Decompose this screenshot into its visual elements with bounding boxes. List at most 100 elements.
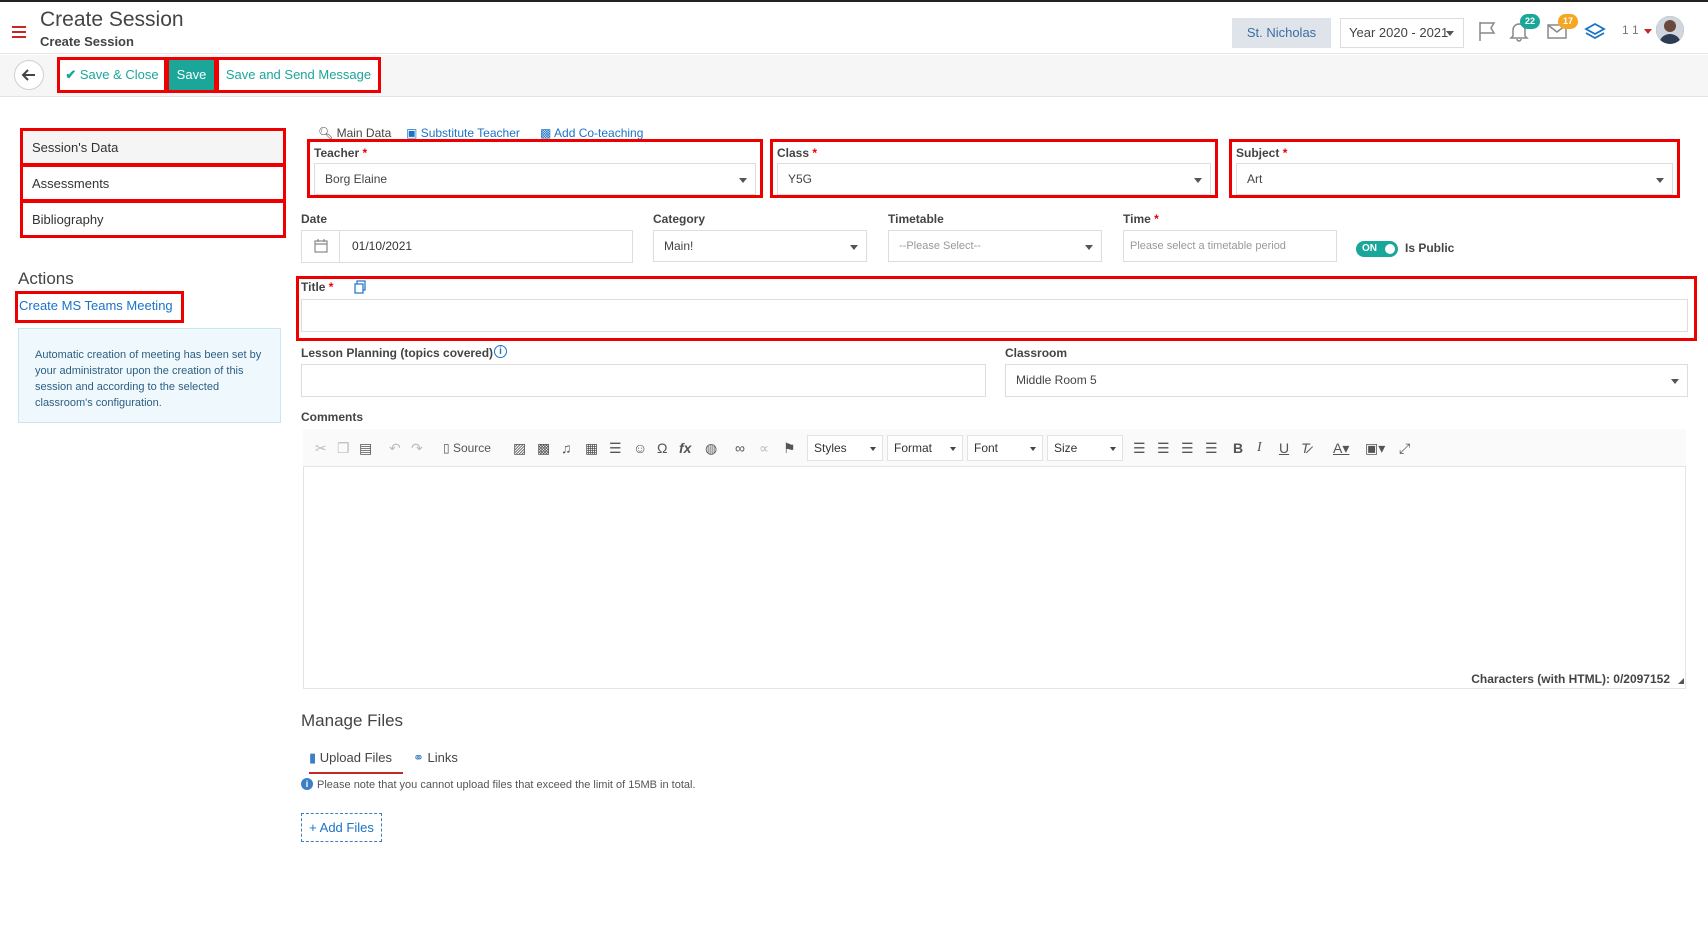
- classroom-select[interactable]: Middle Room 5: [1005, 364, 1688, 397]
- align-left-icon[interactable]: ☰: [1133, 440, 1146, 456]
- classroom-value: Middle Room 5: [1016, 373, 1097, 387]
- comments-editor[interactable]: [303, 429, 1686, 689]
- save-close-button[interactable]: ✔ Save & Close: [57, 57, 167, 93]
- messages-badge: 17: [1558, 14, 1578, 29]
- cut-icon[interactable]: ✂: [315, 440, 327, 456]
- avatar[interactable]: [1656, 16, 1684, 44]
- class-field: Class * Y5G: [770, 139, 1218, 198]
- tab-coteaching-label: Add Co-teaching: [554, 126, 644, 140]
- audio-icon[interactable]: ♫: [561, 440, 572, 456]
- save-send-message-button[interactable]: Save and Send Message: [216, 57, 381, 93]
- school-selector[interactable]: St. Nicholas: [1232, 18, 1331, 48]
- chevron-down-icon: [1085, 245, 1093, 254]
- tab-links[interactable]: ⚭ Links: [413, 742, 483, 774]
- align-right-icon[interactable]: ☰: [1181, 440, 1194, 456]
- teacher-label: Teacher: [314, 146, 360, 160]
- teacher-select[interactable]: Borg Elaine: [314, 163, 756, 195]
- copy-icon[interactable]: [353, 280, 367, 294]
- timetable-label: Timetable: [888, 212, 944, 226]
- notifications-badge: 22: [1520, 14, 1540, 29]
- underline-icon[interactable]: U: [1279, 440, 1289, 456]
- anchor-flag-icon[interactable]: ⚑: [783, 440, 796, 456]
- image-upload-icon[interactable]: ▩: [537, 440, 550, 456]
- calendar-icon[interactable]: [302, 231, 340, 262]
- files-tabs: ▮ Upload Files ⚭ Links: [301, 742, 901, 774]
- class-select-value: Y5G: [788, 172, 813, 186]
- horizontal-line-icon[interactable]: ☰: [609, 440, 622, 456]
- table-icon[interactable]: ▦: [585, 440, 598, 456]
- messages-envelope-icon[interactable]: 17: [1546, 14, 1578, 42]
- globe-icon[interactable]: ◍: [705, 440, 717, 456]
- chevron-down-icon: [739, 178, 747, 187]
- format-dropdown[interactable]: Format: [887, 435, 963, 461]
- italic-icon[interactable]: I: [1257, 440, 1262, 456]
- flag-icon[interactable]: [1476, 20, 1498, 42]
- info-icon[interactable]: i: [494, 345, 507, 358]
- source-button[interactable]: ▯ Source: [443, 440, 491, 456]
- save-button[interactable]: Save: [166, 57, 217, 93]
- date-field[interactable]: 01/10/2021: [301, 230, 633, 263]
- image-icon[interactable]: ▨: [513, 440, 526, 456]
- time-label-row: Time *: [1123, 212, 1159, 226]
- menu-icon[interactable]: [12, 26, 26, 38]
- paste-icon[interactable]: ▤: [359, 440, 372, 456]
- link-icon[interactable]: ∞: [735, 440, 745, 456]
- subject-select[interactable]: Art: [1236, 163, 1673, 195]
- timetable-select[interactable]: --Please Select--: [888, 230, 1102, 262]
- chevron-down-icon: [950, 447, 956, 454]
- special-char-icon[interactable]: Ω: [657, 440, 667, 456]
- layers-icon[interactable]: [1584, 20, 1606, 42]
- tab-substitute-teacher[interactable]: ▣ Substitute Teacher: [406, 126, 520, 140]
- sidebar-item-bibliography[interactable]: Bibliography: [20, 200, 286, 238]
- time-input[interactable]: Please select a timetable period: [1123, 230, 1337, 262]
- resize-handle-icon[interactable]: [1678, 678, 1684, 684]
- align-center-icon[interactable]: ☰: [1157, 440, 1170, 456]
- text-color-icon[interactable]: A▾: [1333, 440, 1349, 456]
- class-label: Class: [777, 146, 810, 160]
- category-select[interactable]: Main!: [653, 230, 867, 262]
- background-color-icon[interactable]: ▣▾: [1365, 440, 1385, 456]
- size-dropdown[interactable]: Size: [1047, 435, 1123, 461]
- redo-icon[interactable]: ↷: [411, 440, 423, 456]
- class-label-row: Class *: [777, 146, 1211, 160]
- clear-format-icon[interactable]: T̷: [1301, 440, 1310, 456]
- maximize-icon[interactable]: ⤢: [1399, 440, 1410, 456]
- bold-icon[interactable]: B: [1233, 440, 1243, 456]
- tab-upload-files[interactable]: ▮ Upload Files: [309, 742, 403, 774]
- class-select[interactable]: Y5G: [777, 163, 1211, 195]
- create-ms-teams-link[interactable]: Create MS Teams Meeting: [15, 291, 184, 323]
- tab-substitute-label: Substitute Teacher: [420, 126, 520, 140]
- year-selector-label: Year 2020 - 2021: [1349, 25, 1449, 40]
- lesson-planning-input[interactable]: [301, 364, 986, 397]
- sidebar-item-assessments[interactable]: Assessments: [20, 164, 286, 202]
- unlink-icon[interactable]: ∝: [759, 440, 769, 456]
- save-close-label: Save & Close: [79, 67, 159, 82]
- tab-links-label: Links: [427, 750, 458, 765]
- undo-icon[interactable]: ↶: [389, 440, 401, 456]
- styles-dropdown[interactable]: Styles: [807, 435, 883, 461]
- notifications-bell-icon[interactable]: 22: [1508, 14, 1540, 42]
- tab-main-data[interactable]: 🔍︎ Main Data: [318, 126, 391, 140]
- back-button[interactable]: [14, 60, 44, 90]
- copy-doc-icon[interactable]: ❐: [337, 440, 350, 456]
- subject-label: Subject: [1236, 146, 1280, 160]
- category-value: Main!: [664, 239, 694, 253]
- info-box: Automatic creation of meeting has been s…: [18, 328, 281, 423]
- sidebar-item-sessions-data[interactable]: Session's Data: [20, 128, 286, 166]
- user-menu-chevron-icon[interactable]: [1644, 29, 1652, 38]
- chevron-down-icon: [1671, 379, 1679, 388]
- tab-add-coteaching[interactable]: ▩ Add Co-teaching: [540, 126, 643, 140]
- font-dropdown[interactable]: Font: [967, 435, 1043, 461]
- subject-label-row: Subject *: [1236, 146, 1673, 160]
- is-public-toggle[interactable]: ON: [1356, 241, 1398, 257]
- time-label: Time: [1123, 212, 1151, 226]
- justify-icon[interactable]: ☰: [1205, 440, 1218, 456]
- search-icon: 🔍︎: [318, 126, 334, 140]
- title-input[interactable]: [301, 299, 1688, 332]
- styles-label: Styles: [814, 441, 847, 455]
- smiley-icon[interactable]: ☺: [633, 440, 647, 456]
- year-selector[interactable]: Year 2020 - 2021: [1340, 18, 1464, 48]
- add-files-button[interactable]: + Add Files: [301, 813, 382, 842]
- formula-icon[interactable]: fx: [679, 440, 691, 456]
- category-label: Category: [653, 212, 706, 226]
